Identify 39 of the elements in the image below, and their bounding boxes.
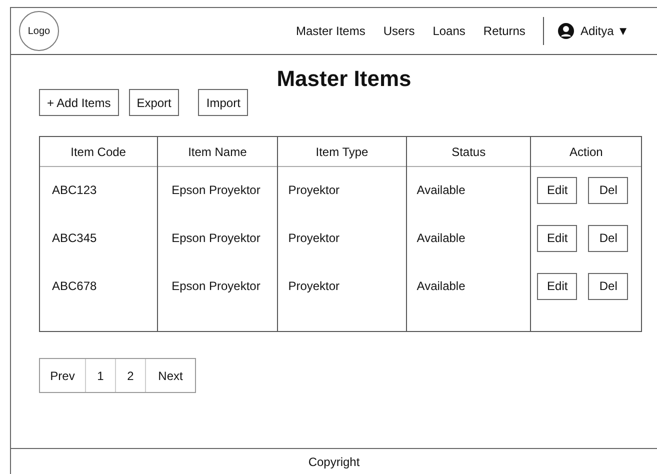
table-cell-text: ABC678 xyxy=(52,278,97,295)
nav-link[interactable]: Loans xyxy=(430,22,468,40)
toolbar-button[interactable]: Import xyxy=(198,89,248,116)
page-button[interactable]: Prev xyxy=(40,359,86,392)
table-cell-text: Epson Proyektor xyxy=(172,182,260,199)
toolbar-button[interactable]: Export xyxy=(128,89,180,116)
page-title: Master Items xyxy=(276,65,412,93)
table-cell-text: Proyektor xyxy=(288,278,340,295)
table-cell-text: Available xyxy=(416,230,466,247)
nav-link[interactable]: Returns xyxy=(481,22,528,40)
column-header: Item Code xyxy=(70,144,126,160)
row-action-button[interactable]: Del xyxy=(588,272,628,300)
row-action-button[interactable]: Del xyxy=(588,176,628,204)
page-button[interactable]: Next xyxy=(146,359,195,392)
logo[interactable]: Logo xyxy=(19,11,59,51)
table-cell-text: ABC345 xyxy=(52,230,97,247)
table-cell-text: Epson Proyektor xyxy=(172,230,260,247)
table-cell-text: Available xyxy=(416,182,466,199)
column-header: Action xyxy=(570,144,603,160)
row-action-button[interactable]: Edit xyxy=(537,176,578,204)
column-header: Item Type xyxy=(316,144,368,160)
table-cell-text: ABC123 xyxy=(52,182,97,199)
footer-text: Copyright xyxy=(308,454,360,470)
row-action-button[interactable]: Edit xyxy=(537,272,578,300)
table-cell-text: Proyektor xyxy=(288,182,340,199)
user-avatar-icon xyxy=(558,23,574,39)
column-header: Status xyxy=(452,144,486,160)
table-cell-text: Available xyxy=(416,278,466,295)
toolbar-button[interactable]: + Add Items xyxy=(39,89,119,116)
table-cell-text: Epson Proyektor xyxy=(172,278,260,295)
user-menu[interactable]: Aditya ▼ xyxy=(558,22,629,40)
nav-link[interactable]: Master Items xyxy=(294,22,368,40)
row-action-button[interactable]: Del xyxy=(588,224,628,252)
page-button[interactable]: 2 xyxy=(116,359,146,392)
nav-link[interactable]: Users xyxy=(381,22,417,40)
page-button[interactable]: 1 xyxy=(86,359,116,392)
table-cell-text: Proyektor xyxy=(288,230,340,247)
column-header: Item Name xyxy=(188,144,247,160)
row-action-button[interactable]: Edit xyxy=(537,224,578,252)
